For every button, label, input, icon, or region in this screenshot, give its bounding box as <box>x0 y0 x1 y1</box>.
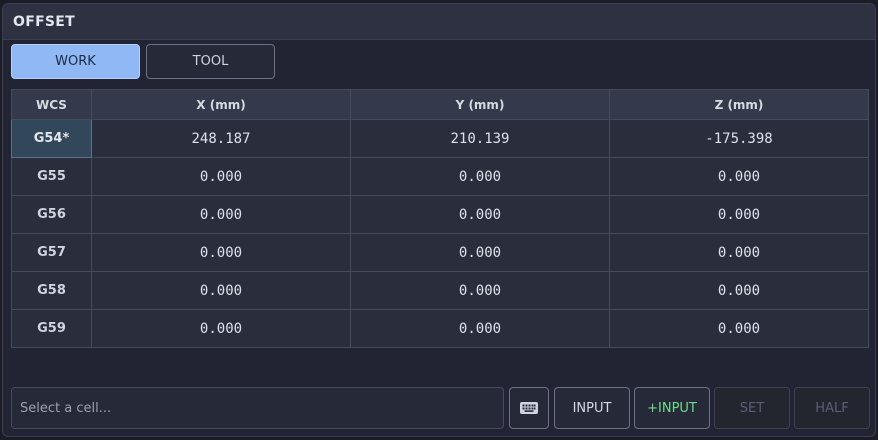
keyboard-button[interactable] <box>509 387 549 429</box>
z-cell[interactable]: -175.398 <box>609 119 869 158</box>
x-cell[interactable]: 0.000 <box>91 233 351 272</box>
half-button[interactable]: HALF <box>794 387 870 429</box>
x-cell[interactable]: 0.000 <box>91 195 351 234</box>
z-cell[interactable]: 0.000 <box>609 233 869 272</box>
z-cell[interactable]: 0.000 <box>609 157 869 196</box>
tab-tool[interactable]: TOOL <box>146 44 275 79</box>
z-cell[interactable]: 0.000 <box>609 195 869 234</box>
y-cell[interactable]: 0.000 <box>350 309 610 348</box>
tab-work[interactable]: WORK <box>11 44 140 79</box>
set-button[interactable]: SET <box>714 387 790 429</box>
header-y: Y (mm) <box>350 89 610 120</box>
y-cell[interactable]: 0.000 <box>350 157 610 196</box>
offset-panel: OFFSET WORK TOOL WCS X (mm) Y (mm) Z (mm… <box>2 3 876 437</box>
table-row: G57 0.000 0.000 0.000 <box>11 233 869 272</box>
table-row: G55 0.000 0.000 0.000 <box>11 157 869 196</box>
wcs-cell-g58[interactable]: G58 <box>11 271 92 310</box>
keyboard-icon <box>520 402 538 414</box>
x-cell[interactable]: 0.000 <box>91 271 351 310</box>
offset-table: WCS X (mm) Y (mm) Z (mm) G54* 248.187 21… <box>11 89 869 348</box>
cell-value-input[interactable] <box>11 387 504 429</box>
panel-title: OFFSET <box>3 4 875 40</box>
input-button[interactable]: INPUT <box>554 387 630 429</box>
wcs-cell-g54[interactable]: G54* <box>11 119 92 158</box>
plus-input-button[interactable]: +INPUT <box>634 387 710 429</box>
wcs-cell-g59[interactable]: G59 <box>11 309 92 348</box>
header-x: X (mm) <box>91 89 351 120</box>
wcs-cell-g55[interactable]: G55 <box>11 157 92 196</box>
z-cell[interactable]: 0.000 <box>609 271 869 310</box>
y-cell[interactable]: 0.000 <box>350 271 610 310</box>
x-cell[interactable]: 0.000 <box>91 309 351 348</box>
z-cell[interactable]: 0.000 <box>609 309 869 348</box>
header-wcs: WCS <box>11 89 92 120</box>
tab-bar: WORK TOOL <box>11 44 275 79</box>
table-header-row: WCS X (mm) Y (mm) Z (mm) <box>11 89 869 120</box>
y-cell[interactable]: 210.139 <box>350 119 610 158</box>
table-row: G54* 248.187 210.139 -175.398 <box>11 119 869 158</box>
y-cell[interactable]: 0.000 <box>350 233 610 272</box>
x-cell[interactable]: 0.000 <box>91 157 351 196</box>
x-cell[interactable]: 248.187 <box>91 119 351 158</box>
input-bar: INPUT +INPUT SET HALF <box>11 387 870 429</box>
wcs-cell-g56[interactable]: G56 <box>11 195 92 234</box>
table-row: G56 0.000 0.000 0.000 <box>11 195 869 234</box>
offset-table-area: WCS X (mm) Y (mm) Z (mm) G54* 248.187 21… <box>11 89 869 348</box>
header-z: Z (mm) <box>609 89 869 120</box>
table-row: G59 0.000 0.000 0.000 <box>11 309 869 348</box>
table-row: G58 0.000 0.000 0.000 <box>11 271 869 310</box>
wcs-cell-g57[interactable]: G57 <box>11 233 92 272</box>
y-cell[interactable]: 0.000 <box>350 195 610 234</box>
